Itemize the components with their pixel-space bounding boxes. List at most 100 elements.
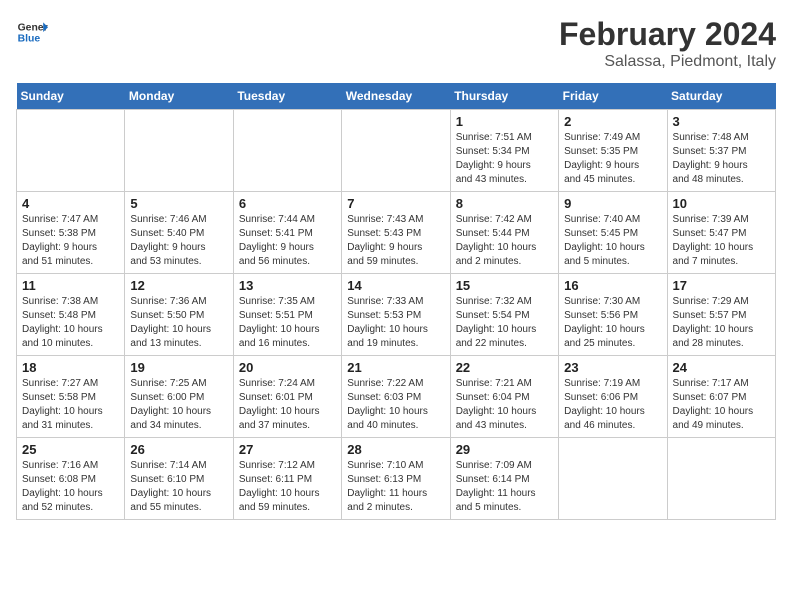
day-info: Sunrise: 7:38 AMSunset: 5:48 PMDaylight:… — [22, 295, 119, 351]
calendar-cell: 10 Sunrise: 7:39 AMSunset: 5:47 PMDayligh… — [667, 192, 775, 274]
calendar-header: SundayMondayTuesdayWednesdayThursdayFrid… — [17, 83, 776, 110]
day-info: Sunrise: 7:49 AMSunset: 5:35 PMDaylight:… — [564, 131, 661, 187]
day-info: Sunrise: 7:44 AMSunset: 5:41 PMDaylight:… — [239, 213, 336, 269]
day-number: 7 — [347, 196, 444, 211]
day-number: 22 — [456, 360, 553, 375]
day-info: Sunrise: 7:36 AMSunset: 5:50 PMDaylight:… — [130, 295, 227, 351]
calendar-cell: 23 Sunrise: 7:19 AMSunset: 6:06 PMDayligh… — [559, 356, 667, 438]
day-number: 2 — [564, 114, 661, 129]
calendar-cell: 18 Sunrise: 7:27 AMSunset: 5:58 PMDayligh… — [17, 356, 125, 438]
header-row: SundayMondayTuesdayWednesdayThursdayFrid… — [17, 83, 776, 110]
calendar-cell — [667, 438, 775, 520]
day-number: 12 — [130, 278, 227, 293]
calendar-cell: 3Sunrise: 7:48 AMSunset: 5:37 PMDaylight… — [667, 110, 775, 192]
day-info: Sunrise: 7:32 AMSunset: 5:54 PMDaylight:… — [456, 295, 553, 351]
logo-icon: General Blue — [16, 16, 48, 48]
calendar-table: SundayMondayTuesdayWednesdayThursdayFrid… — [16, 83, 776, 520]
calendar-cell — [559, 438, 667, 520]
calendar-cell: 12 Sunrise: 7:36 AMSunset: 5:50 PMDayligh… — [125, 274, 233, 356]
calendar-cell: 11 Sunrise: 7:38 AMSunset: 5:48 PMDayligh… — [17, 274, 125, 356]
calendar-cell: 20 Sunrise: 7:24 AMSunset: 6:01 PMDayligh… — [233, 356, 341, 438]
day-info: Sunrise: 7:30 AMSunset: 5:56 PMDaylight:… — [564, 295, 661, 351]
calendar-cell — [342, 110, 450, 192]
day-number: 8 — [456, 196, 553, 211]
calendar-cell: 1Sunrise: 7:51 AMSunset: 5:34 PMDaylight… — [450, 110, 558, 192]
calendar-cell: 26 Sunrise: 7:14 AMSunset: 6:10 PMDayligh… — [125, 438, 233, 520]
day-of-week-header: Saturday — [667, 83, 775, 110]
day-info: Sunrise: 7:27 AMSunset: 5:58 PMDaylight:… — [22, 377, 119, 433]
calendar-cell: 21Sunrise: 7:22 AMSunset: 6:03 PMDayligh… — [342, 356, 450, 438]
day-number: 16 — [564, 278, 661, 293]
week-row: 4 Sunrise: 7:47 AMSunset: 5:38 PMDaylight… — [17, 192, 776, 274]
day-number: 6 — [239, 196, 336, 211]
day-number: 14 — [347, 278, 444, 293]
day-number: 18 — [22, 360, 119, 375]
day-number: 10 — [673, 196, 770, 211]
calendar-cell — [233, 110, 341, 192]
day-info: Sunrise: 7:42 AMSunset: 5:44 PMDaylight:… — [456, 213, 553, 269]
day-info: Sunrise: 7:39 AMSunset: 5:47 PMDaylight:… — [673, 213, 770, 269]
day-number: 24 — [673, 360, 770, 375]
day-info: Sunrise: 7:35 AMSunset: 5:51 PMDaylight:… — [239, 295, 336, 351]
day-number: 11 — [22, 278, 119, 293]
calendar-cell: 14 Sunrise: 7:33 AMSunset: 5:53 PMDayligh… — [342, 274, 450, 356]
day-number: 9 — [564, 196, 661, 211]
week-row: 25 Sunrise: 7:16 AMSunset: 6:08 PMDayligh… — [17, 438, 776, 520]
day-number: 26 — [130, 442, 227, 457]
day-number: 3 — [673, 114, 770, 129]
calendar-cell — [125, 110, 233, 192]
day-info: Sunrise: 7:21 AMSunset: 6:04 PMDaylight:… — [456, 377, 553, 433]
day-number: 27 — [239, 442, 336, 457]
day-info: Sunrise: 7:43 AMSunset: 5:43 PMDaylight:… — [347, 213, 444, 269]
day-info: Sunrise: 7:17 AMSunset: 6:07 PMDaylight:… — [673, 377, 770, 433]
calendar-cell: 25 Sunrise: 7:16 AMSunset: 6:08 PMDayligh… — [17, 438, 125, 520]
day-number: 19 — [130, 360, 227, 375]
day-number: 4 — [22, 196, 119, 211]
day-info: Sunrise: 7:16 AMSunset: 6:08 PMDaylight:… — [22, 459, 119, 515]
day-info: Sunrise: 7:29 AMSunset: 5:57 PMDaylight:… — [673, 295, 770, 351]
day-info: Sunrise: 7:19 AMSunset: 6:06 PMDaylight:… — [564, 377, 661, 433]
calendar-cell: 13 Sunrise: 7:35 AMSunset: 5:51 PMDayligh… — [233, 274, 341, 356]
week-row: 11 Sunrise: 7:38 AMSunset: 5:48 PMDayligh… — [17, 274, 776, 356]
day-info: Sunrise: 7:47 AMSunset: 5:38 PMDaylight:… — [22, 213, 119, 269]
day-of-week-header: Friday — [559, 83, 667, 110]
day-info: Sunrise: 7:14 AMSunset: 6:10 PMDaylight:… — [130, 459, 227, 515]
week-row: 1Sunrise: 7:51 AMSunset: 5:34 PMDaylight… — [17, 110, 776, 192]
day-of-week-header: Wednesday — [342, 83, 450, 110]
calendar-cell: 6 Sunrise: 7:44 AMSunset: 5:41 PMDaylight… — [233, 192, 341, 274]
day-info: Sunrise: 7:51 AMSunset: 5:34 PMDaylight:… — [456, 131, 553, 187]
calendar-cell: 9 Sunrise: 7:40 AMSunset: 5:45 PMDaylight… — [559, 192, 667, 274]
day-number: 13 — [239, 278, 336, 293]
calendar-cell: 19 Sunrise: 7:25 AMSunset: 6:00 PMDayligh… — [125, 356, 233, 438]
calendar-cell: 17 Sunrise: 7:29 AMSunset: 5:57 PMDayligh… — [667, 274, 775, 356]
day-info: Sunrise: 7:09 AMSunset: 6:14 PMDaylight:… — [456, 459, 553, 515]
calendar-cell: 7 Sunrise: 7:43 AMSunset: 5:43 PMDaylight… — [342, 192, 450, 274]
day-info: Sunrise: 7:24 AMSunset: 6:01 PMDaylight:… — [239, 377, 336, 433]
calendar-body: 1Sunrise: 7:51 AMSunset: 5:34 PMDaylight… — [17, 110, 776, 520]
day-number: 20 — [239, 360, 336, 375]
calendar-cell: 29Sunrise: 7:09 AMSunset: 6:14 PMDayligh… — [450, 438, 558, 520]
calendar-cell: 8 Sunrise: 7:42 AMSunset: 5:44 PMDaylight… — [450, 192, 558, 274]
title-block: February 2024 Salassa, Piedmont, Italy — [559, 16, 776, 71]
day-of-week-header: Monday — [125, 83, 233, 110]
day-info: Sunrise: 7:40 AMSunset: 5:45 PMDaylight:… — [564, 213, 661, 269]
calendar-cell: 27 Sunrise: 7:12 AMSunset: 6:11 PMDayligh… — [233, 438, 341, 520]
day-info: Sunrise: 7:25 AMSunset: 6:00 PMDaylight:… — [130, 377, 227, 433]
day-info: Sunrise: 7:46 AMSunset: 5:40 PMDaylight:… — [130, 213, 227, 269]
day-number: 5 — [130, 196, 227, 211]
day-number: 17 — [673, 278, 770, 293]
calendar-cell: 22 Sunrise: 7:21 AMSunset: 6:04 PMDayligh… — [450, 356, 558, 438]
calendar-cell — [17, 110, 125, 192]
calendar-cell: 16 Sunrise: 7:30 AMSunset: 5:56 PMDayligh… — [559, 274, 667, 356]
day-number: 23 — [564, 360, 661, 375]
day-number: 21 — [347, 360, 444, 375]
day-info: Sunrise: 7:12 AMSunset: 6:11 PMDaylight:… — [239, 459, 336, 515]
day-of-week-header: Tuesday — [233, 83, 341, 110]
page-header: General Blue February 2024 Salassa, Pied… — [16, 16, 776, 71]
location-subtitle: Salassa, Piedmont, Italy — [559, 53, 776, 71]
day-info: Sunrise: 7:10 AMSunset: 6:13 PMDaylight:… — [347, 459, 444, 515]
day-number: 15 — [456, 278, 553, 293]
day-number: 25 — [22, 442, 119, 457]
calendar-cell: 28Sunrise: 7:10 AMSunset: 6:13 PMDayligh… — [342, 438, 450, 520]
day-info: Sunrise: 7:33 AMSunset: 5:53 PMDaylight:… — [347, 295, 444, 351]
